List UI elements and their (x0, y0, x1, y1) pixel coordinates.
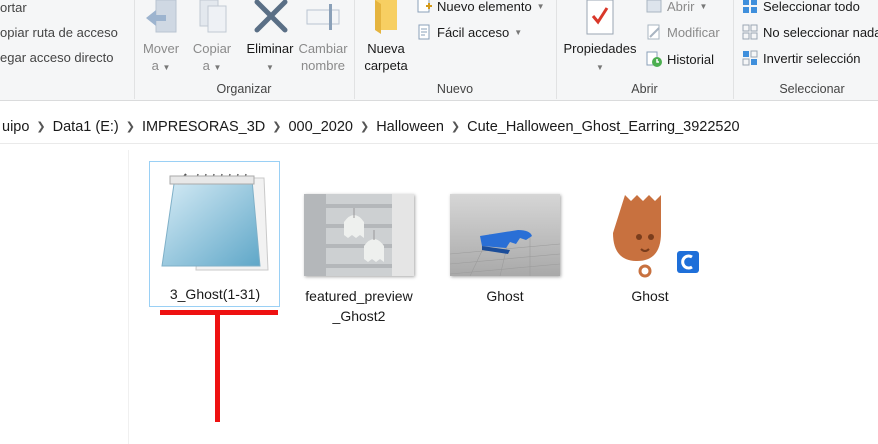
paste-shortcut-button[interactable]: egar acceso directo (0, 50, 113, 65)
history-label: Historial (667, 51, 714, 67)
paste-shortcut-label: egar acceso directo (0, 50, 114, 65)
properties-icon (586, 0, 614, 35)
select-none-button[interactable]: No seleccionar nada (742, 24, 878, 40)
edit-label: Modificar (667, 24, 720, 40)
select-all-label: Seleccionar todo (763, 0, 860, 14)
annotation-line (215, 314, 220, 422)
chevron-down-icon: ▼ (213, 63, 222, 72)
chevron-right-icon[interactable]: ❯ (448, 120, 463, 133)
easy-access-button[interactable]: Fácil acceso ▼ (416, 24, 522, 40)
edit-icon (647, 24, 660, 40)
move-to-icon (146, 0, 177, 33)
new-item-button[interactable]: Nuevo elemento ▼ (416, 0, 545, 14)
folder-icon (375, 0, 397, 34)
address-bar[interactable]: uipo ❯ Data1 (E:) ❯ IMPRESORAS_3D ❯ 000_… (0, 110, 878, 144)
render-thumbnail (450, 194, 560, 276)
chevron-down-icon: ▼ (266, 63, 274, 72)
select-none-label: No seleccionar nada (763, 24, 878, 40)
file-thumbnail (149, 162, 279, 282)
open-icon (646, 0, 662, 13)
group-label-select: Seleccionar (779, 82, 845, 96)
file-name: Ghost (631, 288, 669, 304)
group-label-new: Nuevo (436, 82, 474, 96)
rename-label-1: Cambiar (298, 41, 348, 56)
chevron-down-icon: ▼ (162, 63, 171, 72)
cut-label: ortar (0, 0, 27, 15)
file-thumbnail (440, 180, 570, 290)
rename-icon (306, 4, 340, 30)
file-name: 3_Ghost(1-31) (169, 286, 261, 302)
easy-access-label: Fácil acceso (437, 24, 510, 40)
file-name-line-2: _Ghost2 (332, 308, 386, 324)
chevron-right-icon[interactable]: ❯ (357, 120, 372, 133)
ribbon: ortar opiar ruta de acceso egar acceso d… (0, 0, 878, 101)
open-label: Abrir (667, 0, 695, 14)
rename-button[interactable]: Cambiar nombre (297, 0, 349, 78)
chevron-down-icon: ▼ (699, 1, 708, 11)
copy-to-icon (199, 0, 227, 33)
move-to-button[interactable]: Mover a ▼ (138, 0, 184, 78)
copy-path-label: opiar ruta de acceso (0, 25, 118, 40)
group-label-organize: Organizar (216, 82, 272, 96)
delete-x-icon (254, 0, 288, 33)
ghost-model-icon (613, 195, 699, 278)
select-none-icon (742, 24, 758, 40)
breadcrumb-item[interactable]: 000_2020 (284, 119, 357, 135)
chevron-down-icon: ▼ (536, 1, 545, 11)
open-button[interactable]: Abrir ▼ (646, 0, 707, 14)
invert-selection-button[interactable]: Invertir selección (742, 50, 861, 66)
chevron-right-icon[interactable]: ❯ (269, 120, 284, 133)
copy-to-button[interactable]: Copiar a ▼ (188, 0, 236, 78)
move-to-label-2: a (151, 58, 159, 73)
delete-label: Eliminar (246, 41, 294, 56)
chevron-right-icon[interactable]: ❯ (123, 120, 138, 133)
file-thumbnail (585, 180, 715, 290)
delete-button[interactable]: Eliminar ▼ (245, 0, 295, 78)
chevron-down-icon: ▼ (514, 27, 523, 37)
chevron-right-icon[interactable]: ❯ (33, 120, 48, 133)
breadcrumb-item[interactable]: Halloween (372, 119, 448, 135)
invert-selection-label: Invertir selección (763, 50, 861, 66)
photo-thumbnail (304, 194, 414, 276)
rename-label-2: nombre (300, 58, 346, 73)
breadcrumb-item[interactable]: IMPRESORAS_3D (138, 119, 269, 135)
group-label-open: Abrir (631, 82, 658, 96)
copy-path-button[interactable]: opiar ruta de acceso (0, 25, 118, 40)
select-all-button[interactable]: Seleccionar todo (742, 0, 860, 14)
history-button[interactable]: Historial (646, 51, 714, 67)
file-thumbnail (294, 180, 424, 290)
file-tile-selected[interactable]: 3_Ghost(1-31) (149, 161, 280, 307)
new-folder-label-1: Nueva (367, 41, 405, 56)
breadcrumb-item[interactable]: uipo (0, 119, 33, 135)
invert-selection-icon (742, 50, 758, 66)
navigation-pane-border (128, 150, 129, 444)
breadcrumb-item[interactable]: Cute_Halloween_Ghost_Earring_3922520 (463, 119, 743, 135)
file-name-line-1: featured_preview (305, 288, 413, 304)
edit-button[interactable]: Modificar (646, 24, 720, 40)
properties-button[interactable]: Propiedades ▼ (560, 0, 640, 78)
new-folder-label-2: carpeta (364, 58, 408, 73)
new-folder-button[interactable]: Nueva carpeta (360, 0, 412, 78)
cut-button[interactable]: ortar (0, 0, 27, 15)
notepad-icon (161, 173, 269, 271)
select-all-icon (743, 0, 757, 13)
copy-to-label-2: a (202, 58, 210, 73)
move-to-label-1: Mover (142, 41, 180, 56)
copy-to-label-1: Copiar (192, 41, 232, 56)
breadcrumb-item[interactable]: Data1 (E:) (49, 119, 123, 135)
file-name: Ghost (486, 288, 524, 304)
easy-access-icon (418, 24, 430, 40)
new-item-icon (417, 0, 432, 13)
chevron-down-icon: ▼ (596, 63, 604, 72)
breadcrumb: uipo ❯ Data1 (E:) ❯ IMPRESORAS_3D ❯ 000_… (0, 119, 744, 135)
history-icon (646, 51, 662, 67)
new-item-label: Nuevo elemento (437, 0, 532, 14)
properties-label: Propiedades (563, 41, 637, 56)
